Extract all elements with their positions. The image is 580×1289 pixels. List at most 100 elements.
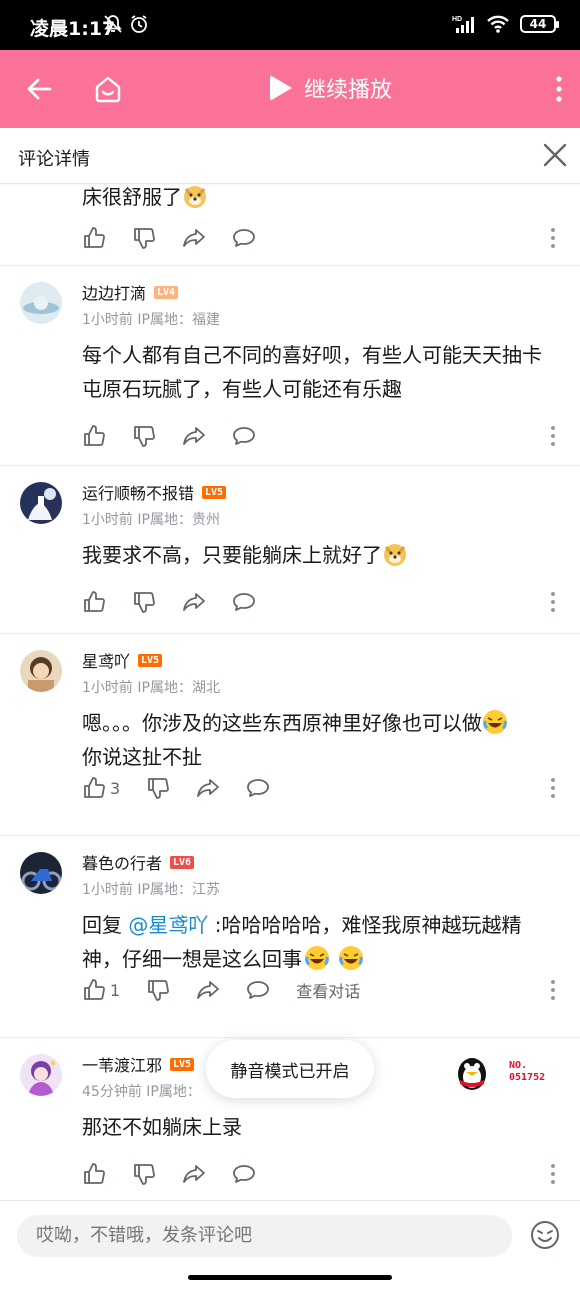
emoji-picker-icon[interactable]: [530, 1220, 560, 1250]
share-icon: [197, 779, 220, 797]
like-button[interactable]: [82, 588, 106, 616]
reply-button[interactable]: [246, 976, 270, 1004]
share-button[interactable]: [182, 422, 206, 450]
comment-meta: 1小时前 IP属地：湖北: [82, 677, 220, 697]
comment-time: 1小时前: [82, 680, 133, 696]
thumbs-up-icon: [84, 425, 105, 446]
dislike-button[interactable]: [132, 588, 156, 616]
comment-bubble-icon: [233, 229, 255, 247]
comment-username[interactable]: 星鸢吖 LV5: [82, 648, 163, 672]
share-button[interactable]: [182, 588, 206, 616]
thumbs-down-icon: [134, 228, 155, 249]
thumbs-up-icon: [84, 591, 105, 612]
more-vertical-icon: [556, 76, 562, 102]
username-text[interactable]: 暮色の行者: [82, 850, 162, 874]
reply-button[interactable]: [232, 224, 256, 252]
more-options-button[interactable]: [550, 426, 556, 446]
avatar[interactable]: [20, 1054, 62, 1096]
view-conversation-link[interactable]: 查看对话: [296, 978, 360, 1002]
comment-time: 1小时前: [82, 312, 133, 328]
comment-bubble-icon: [233, 427, 255, 445]
avatar[interactable]: [20, 482, 62, 524]
continue-play-label: 继续播放: [304, 78, 393, 103]
like-button[interactable]: [82, 224, 106, 252]
comment-meta: 1小时前 IP属地：福建: [82, 309, 220, 329]
dislike-button[interactable]: [132, 224, 156, 252]
username-text[interactable]: 星鸢吖: [82, 648, 130, 672]
more-options-button[interactable]: [550, 1164, 556, 1184]
username-text[interactable]: 边边打滴: [82, 280, 146, 304]
like-button[interactable]: 1: [82, 976, 120, 1004]
comment-bubble-icon: [233, 1165, 255, 1183]
back-arrow-icon: [27, 78, 52, 100]
home-button[interactable]: [88, 69, 128, 109]
dislike-button[interactable]: [132, 422, 156, 450]
comment-text-content: :哈哈哈哈哈，难怪我原神越玩越精: [208, 913, 522, 937]
thumbs-down-icon: [134, 426, 155, 447]
more-options-button[interactable]: [550, 592, 556, 612]
dislike-button[interactable]: [146, 976, 170, 1004]
avatar[interactable]: [20, 852, 62, 894]
dislike-button[interactable]: [146, 774, 170, 802]
dislike-button[interactable]: [132, 1160, 156, 1188]
like-button[interactable]: [82, 422, 106, 450]
list-item: 运行顺畅不报错 LV5 1小时前 IP属地：贵州 我要求不高，只要能躺床上就好了: [0, 466, 580, 634]
back-button[interactable]: [19, 69, 59, 109]
comment-input-bar: [0, 1200, 580, 1289]
more-options-button[interactable]: [550, 228, 556, 248]
continue-play-button[interactable]: 继续播放: [270, 72, 392, 104]
comment-text-content: 我要求不高，只要能躺床上就好了: [82, 543, 382, 567]
thumbs-up-icon: [84, 777, 105, 798]
username-text[interactable]: 一苇渡江邪: [82, 1052, 162, 1076]
like-button[interactable]: [82, 1160, 106, 1188]
comment-username[interactable]: 一苇渡江邪 LV5: [82, 1052, 195, 1076]
comment-text: 我要求不高，只要能躺床上就好了: [82, 538, 552, 572]
badge-number-value: 051752: [509, 1072, 546, 1083]
share-icon: [197, 981, 220, 999]
comment-time: 45分钟前: [82, 1084, 142, 1100]
thumbs-down-icon: [134, 592, 155, 613]
close-icon[interactable]: [542, 142, 568, 168]
list-item: 星鸢吖 LV5 1小时前 IP属地：湖北 嗯。。。你涉及的这些东西原神里好像也可以…: [0, 634, 580, 836]
penguin-icon: [458, 1058, 486, 1090]
more-menu-button[interactable]: [546, 69, 572, 109]
alarm-icon: [131, 15, 147, 33]
comment-username[interactable]: 暮色の行者 LV6: [82, 850, 195, 874]
avatar[interactable]: [20, 650, 62, 692]
reply-button[interactable]: [246, 774, 270, 802]
status-bar: 凌晨1:17 HD 44: [0, 0, 580, 50]
more-options-button[interactable]: [550, 778, 556, 798]
thumbs-down-icon: [148, 980, 170, 1001]
reply-button[interactable]: [232, 588, 256, 616]
share-button[interactable]: [196, 976, 220, 1004]
comment-text: 那还不如躺床上录: [82, 1115, 242, 1139]
like-button[interactable]: 3: [82, 774, 120, 802]
share-button[interactable]: [182, 1160, 206, 1188]
level-badge: LV5: [170, 1057, 195, 1071]
user-mention-link[interactable]: @星鸢吖: [128, 913, 208, 937]
reply-prefix: 回复: [82, 913, 129, 937]
reply-button[interactable]: [232, 1160, 256, 1188]
comment-actions: [82, 422, 282, 450]
comment-text-line2: 你说这扯不扯: [82, 745, 202, 769]
page-title: 评论详情: [18, 149, 90, 170]
avatar[interactable]: [20, 282, 62, 324]
thumbs-up-icon: [84, 1163, 105, 1184]
comment-text: 嗯。。。你涉及的这些东西原神里好像也可以做 你说这扯不扯: [82, 706, 552, 774]
reply-button[interactable]: [232, 422, 256, 450]
more-options-button[interactable]: [550, 980, 556, 1000]
comment-username[interactable]: 边边打滴 LV4: [82, 280, 179, 304]
share-button[interactable]: [182, 224, 206, 252]
thumbs-up-icon: [84, 979, 105, 1000]
comment-username[interactable]: 运行顺畅不报错 LV5: [82, 480, 227, 504]
level-badge: LV4: [154, 285, 179, 299]
like-count: 1: [110, 980, 121, 1000]
home-indicator[interactable]: [188, 1275, 392, 1280]
share-icon: [183, 1165, 205, 1183]
comment-meta: 1小时前 IP属地：江苏: [82, 879, 220, 899]
comment-input[interactable]: [17, 1215, 512, 1257]
share-button[interactable]: [196, 774, 220, 802]
laugh-cry-emoji-icon: [338, 945, 364, 971]
username-text[interactable]: 运行顺畅不报错: [82, 480, 194, 504]
laugh-cry-emoji-icon: [482, 709, 508, 735]
